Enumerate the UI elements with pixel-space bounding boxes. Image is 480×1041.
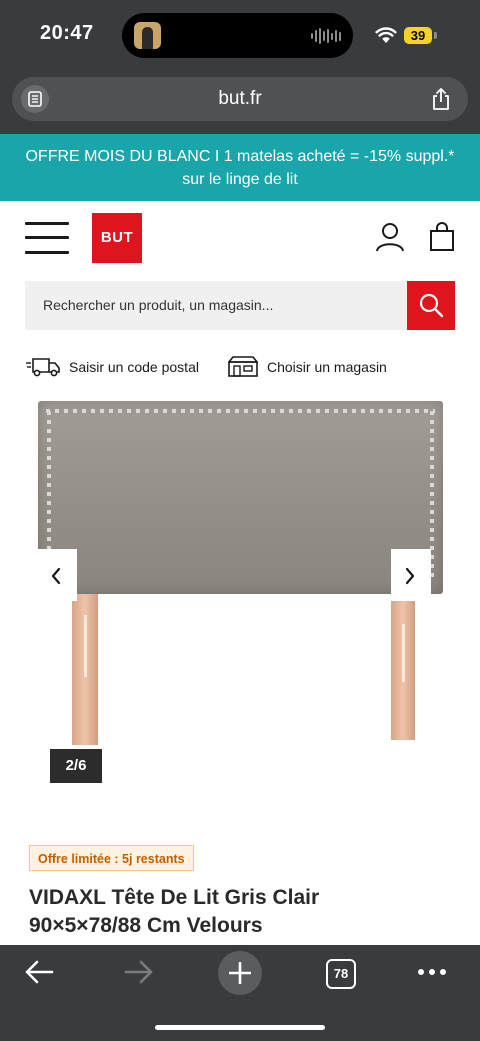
dynamic-island[interactable] — [122, 13, 353, 58]
headboard-left-leg — [72, 585, 98, 745]
search-input[interactable]: Rechercher un produit, un magasin... — [25, 281, 407, 330]
hamburger-menu-icon[interactable] — [25, 221, 69, 255]
choose-store-link[interactable]: Choisir un magasin — [227, 355, 387, 379]
product-title-line2: 90×5×78/88 Cm Velours — [29, 914, 263, 937]
tabs-count-button[interactable]: 78 — [326, 959, 356, 989]
delivery-truck-icon — [26, 358, 60, 377]
forward-arrow-icon[interactable] — [124, 959, 154, 985]
postal-code-link[interactable]: Saisir un code postal — [25, 355, 199, 379]
previous-image-button[interactable] — [37, 549, 77, 601]
browser-top-chrome: 20:47 39 but.fr — [0, 0, 480, 134]
chevron-right-icon — [405, 567, 415, 585]
store-icon — [228, 356, 258, 377]
back-arrow-icon[interactable] — [24, 959, 54, 985]
reader-mode-icon[interactable] — [21, 85, 49, 113]
cart-icon[interactable] — [428, 221, 456, 253]
headboard-right-leg — [391, 600, 415, 740]
more-options-icon[interactable] — [418, 969, 446, 975]
promo-text-line2: sur le linge de lit — [182, 171, 298, 188]
next-image-button[interactable] — [391, 549, 431, 601]
share-icon[interactable] — [430, 87, 452, 111]
plus-icon — [229, 962, 251, 984]
search-icon — [419, 293, 444, 318]
new-tab-button[interactable] — [218, 951, 262, 995]
promo-text-line1: OFFRE MOIS DU BLANC I 1 matelas acheté =… — [25, 148, 455, 165]
url-text[interactable]: but.fr — [12, 77, 468, 121]
account-icon[interactable] — [374, 221, 406, 253]
wifi-icon — [375, 27, 397, 43]
product-image-carousel[interactable]: 2/6 — [0, 395, 480, 795]
status-time: 20:47 — [40, 22, 94, 44]
image-counter: 2/6 — [50, 749, 102, 783]
battery-level: 39 — [404, 27, 432, 44]
product-title: VIDAXL Tête De Lit Gris Clair 90×5×78/88… — [29, 884, 459, 940]
postal-code-label: Saisir un code postal — [69, 359, 199, 375]
limited-offer-badge: Offre limitée : 5j restants — [29, 845, 194, 871]
product-image — [38, 401, 443, 594]
address-bar[interactable]: but.fr — [12, 77, 468, 121]
browser-bottom-toolbar: 78 — [0, 945, 480, 1041]
but-logo[interactable]: BUT — [92, 213, 142, 263]
search-button[interactable] — [407, 281, 455, 330]
audio-waveform-icon — [311, 28, 341, 44]
home-indicator[interactable] — [155, 1025, 325, 1030]
choose-store-label: Choisir un magasin — [267, 359, 387, 375]
product-title-line1: VIDAXL Tête De Lit Gris Clair — [29, 886, 320, 909]
battery-tip — [434, 32, 437, 39]
promo-banner[interactable]: OFFRE MOIS DU BLANC I 1 matelas acheté =… — [0, 134, 480, 201]
chevron-left-icon — [51, 567, 61, 585]
now-playing-thumbnail — [134, 22, 161, 49]
